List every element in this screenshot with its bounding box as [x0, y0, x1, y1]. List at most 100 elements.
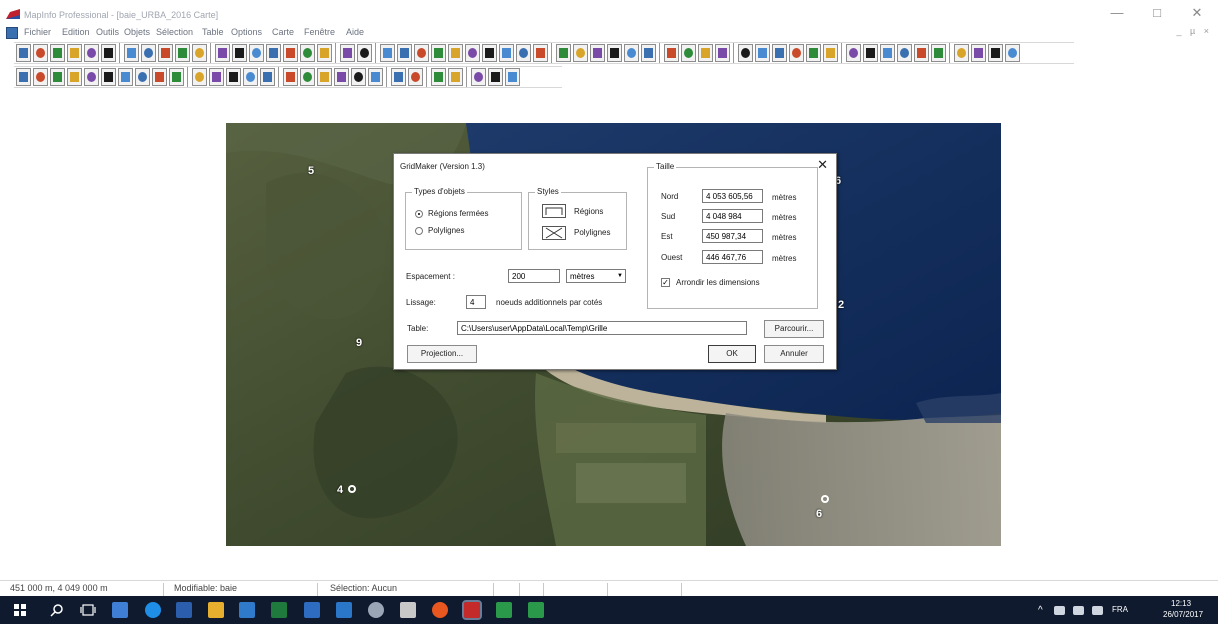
- toolbar-tool-icon[interactable]: [573, 44, 588, 62]
- region-style-icon[interactable]: [542, 204, 566, 218]
- toolbar-tool-icon[interactable]: [16, 68, 31, 86]
- dialog-close-icon[interactable]: ✕: [817, 157, 828, 173]
- toolbar-tool-icon[interactable]: [664, 44, 679, 62]
- menu-edition[interactable]: Edition: [62, 27, 90, 37]
- toolbar-tool-icon[interactable]: [755, 44, 770, 62]
- west-input[interactable]: [702, 250, 763, 264]
- toolbar-tool-icon[interactable]: [152, 68, 167, 86]
- toolbar-tool-icon[interactable]: [806, 44, 821, 62]
- toolbar-tool-icon[interactable]: [101, 68, 116, 86]
- toolbar-tool-icon[interactable]: [33, 68, 48, 86]
- toolbar-tool-icon[interactable]: [266, 44, 281, 62]
- polyline-style-icon[interactable]: [542, 226, 566, 240]
- search-icon[interactable]: [50, 603, 64, 617]
- toolbar-tool-icon[interactable]: [300, 44, 315, 62]
- toolbar-tool-icon[interactable]: [175, 44, 190, 62]
- taskbar-mapinfo-icon[interactable]: [462, 600, 482, 620]
- taskbar-file-explorer-icon[interactable]: [208, 602, 224, 618]
- toolbar-tool-icon[interactable]: [169, 68, 184, 86]
- toolbar-tool-icon[interactable]: [897, 44, 912, 62]
- toolbar-tool-icon[interactable]: [505, 68, 520, 86]
- selection-status[interactable]: Sélection: Aucun: [324, 583, 494, 596]
- toolbar-tool-icon[interactable]: [408, 68, 423, 86]
- toolbar-tool-icon[interactable]: [84, 44, 99, 62]
- south-input[interactable]: [702, 209, 763, 223]
- toolbar-tool-icon[interactable]: [431, 68, 446, 86]
- notification-icon[interactable]: [1092, 606, 1103, 615]
- toolbar-tool-icon[interactable]: [391, 68, 406, 86]
- network-icon[interactable]: [1054, 606, 1065, 615]
- map-point-marker[interactable]: [348, 485, 356, 493]
- toolbar-tool-icon[interactable]: [880, 44, 895, 62]
- toolbar-tool-icon[interactable]: [67, 44, 82, 62]
- toolbar-tool-icon[interactable]: [465, 44, 480, 62]
- toolbar-tool-icon[interactable]: [556, 44, 571, 62]
- east-input[interactable]: [702, 229, 763, 243]
- taskbar-excel-icon[interactable]: [271, 602, 287, 618]
- table-path-input[interactable]: [457, 321, 747, 335]
- toolbar-tool-icon[interactable]: [499, 44, 514, 62]
- toolbar-tool-icon[interactable]: [448, 44, 463, 62]
- toolbar-tool-icon[interactable]: [192, 44, 207, 62]
- toolbar-tool-icon[interactable]: [482, 44, 497, 62]
- menu-fichier[interactable]: Fichier: [24, 27, 51, 37]
- projection-button[interactable]: Projection...: [407, 345, 477, 363]
- menu-outils[interactable]: Outils: [96, 27, 119, 37]
- toolbar-tool-icon[interactable]: [50, 44, 65, 62]
- taskbar-green-app-icon[interactable]: [528, 602, 544, 618]
- toolbar-tool-icon[interactable]: [533, 44, 548, 62]
- taskbar-network-icon[interactable]: [368, 602, 384, 618]
- toolbar-tool-icon[interactable]: [846, 44, 861, 62]
- tray-chevron-up-icon[interactable]: ^: [1038, 605, 1043, 616]
- toolbar-tool-icon[interactable]: [397, 44, 412, 62]
- toolbar-tool-icon[interactable]: [624, 44, 639, 62]
- toolbar-tool-icon[interactable]: [488, 68, 503, 86]
- toolbar-tool-icon[interactable]: [607, 44, 622, 62]
- toolbar-tool-icon[interactable]: [414, 44, 429, 62]
- toolbar-tool-icon[interactable]: [209, 68, 224, 86]
- radio-closed-regions[interactable]: [415, 210, 423, 218]
- taskbar-chrome-icon[interactable]: [432, 602, 448, 618]
- toolbar-tool-icon[interactable]: [789, 44, 804, 62]
- toolbar-tool-icon[interactable]: [67, 68, 82, 86]
- taskbar-store-icon[interactable]: [336, 602, 352, 618]
- toolbar-tool-icon[interactable]: [135, 68, 150, 86]
- toolbar-tool-icon[interactable]: [300, 68, 315, 86]
- toolbar-tool-icon[interactable]: [243, 68, 258, 86]
- toolbar-tool-icon[interactable]: [226, 68, 241, 86]
- toolbar-tool-icon[interactable]: [681, 44, 696, 62]
- windows-start-icon[interactable]: [14, 604, 26, 616]
- toolbar-tool-icon[interactable]: [357, 44, 372, 62]
- toolbar-tool-icon[interactable]: [260, 68, 275, 86]
- toolbar-tool-icon[interactable]: [118, 68, 133, 86]
- toolbar-tool-icon[interactable]: [823, 44, 838, 62]
- radio-polylines[interactable]: [415, 227, 423, 235]
- clock-time[interactable]: 12:13: [1171, 599, 1191, 608]
- toolbar-tool-icon[interactable]: [641, 44, 656, 62]
- cancel-button[interactable]: Annuler: [764, 345, 824, 363]
- menu-carte[interactable]: Carte: [272, 27, 294, 37]
- toolbar-tool-icon[interactable]: [283, 68, 298, 86]
- task-view-icon[interactable]: [80, 604, 96, 616]
- toolbar-tool-icon[interactable]: [124, 44, 139, 62]
- minimize-button[interactable]: —: [1106, 4, 1128, 22]
- toolbar-tool-icon[interactable]: [283, 44, 298, 62]
- toolbar-tool-icon[interactable]: [232, 44, 247, 62]
- toolbar-tool-icon[interactable]: [249, 44, 264, 62]
- taskbar-word-icon[interactable]: [176, 602, 192, 618]
- toolbar-tool-icon[interactable]: [380, 44, 395, 62]
- toolbar-tool-icon[interactable]: [471, 68, 486, 86]
- toolbar-tool-icon[interactable]: [772, 44, 787, 62]
- toolbar-tool-icon[interactable]: [863, 44, 878, 62]
- toolbar-tool-icon[interactable]: [101, 44, 116, 62]
- taskbar-mail-icon[interactable]: [239, 602, 255, 618]
- toolbar-tool-icon[interactable]: [516, 44, 531, 62]
- toolbar-tool-icon[interactable]: [448, 68, 463, 86]
- smoothing-input[interactable]: [466, 295, 486, 309]
- toolbar-tool-icon[interactable]: [590, 44, 605, 62]
- toolbar-tool-icon[interactable]: [351, 68, 366, 86]
- toolbar-tool-icon[interactable]: [914, 44, 929, 62]
- menu-options[interactable]: Options: [231, 27, 262, 37]
- toolbar-tool-icon[interactable]: [334, 68, 349, 86]
- toolbar-tool-icon[interactable]: [738, 44, 753, 62]
